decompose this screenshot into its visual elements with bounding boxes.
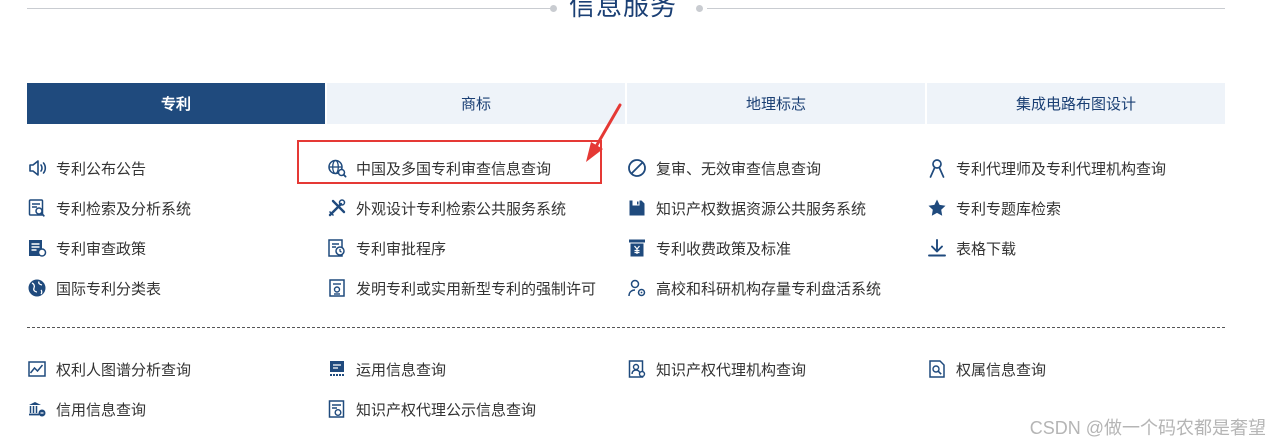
- link-label: 信用信息查询: [56, 401, 147, 419]
- link-ip-agency-query[interactable]: 知识产权代理机构查询: [627, 349, 927, 389]
- link-label: 知识产权代理公示信息查询: [356, 401, 537, 419]
- link-patent-topic-search[interactable]: 专利专题库检索: [927, 188, 1225, 228]
- link-label: 复审、无效审查信息查询: [656, 160, 822, 178]
- title-dot-left: [550, 5, 557, 12]
- link-patent-fee-policy[interactable]: 专利收费政策及标准: [627, 228, 927, 268]
- person-icon: [927, 158, 947, 178]
- link-university-patent-system[interactable]: 高校和科研机构存量专利盘活系统: [627, 268, 927, 308]
- tools-icon: [327, 198, 347, 218]
- link-label: 专利代理师及专利代理机构查询: [956, 160, 1167, 178]
- link-ip-data-resources[interactable]: 知识产权数据资源公共服务系统: [627, 188, 927, 228]
- section-title: 信息服务: [569, 0, 678, 21]
- link-credit-info[interactable]: 信用信息查询: [27, 389, 327, 429]
- graph-icon: [27, 359, 47, 379]
- section-header: 信息服务: [27, 0, 1225, 22]
- notice-icon: [327, 399, 347, 419]
- link-patent-search-system[interactable]: 专利检索及分析系统: [27, 188, 327, 228]
- link-design-patent-search[interactable]: 外观设计专利检索公共服务系统: [327, 188, 627, 228]
- link-patent-gazette[interactable]: 专利公布公告: [27, 148, 327, 188]
- star-icon: [927, 198, 947, 218]
- link-label: 专利检索及分析系统: [56, 200, 192, 218]
- license-icon: [327, 278, 347, 298]
- globe-search-icon: [327, 158, 347, 178]
- link-label: 权利人图谱分析查询: [56, 361, 192, 379]
- link-label: 外观设计专利检索公共服务系统: [356, 200, 567, 218]
- title-rule-right: [707, 8, 1225, 9]
- link-label: 中国及多国专利审查信息查询: [356, 160, 552, 178]
- link-compulsory-license[interactable]: 发明专利或实用新型专利的强制许可: [327, 268, 627, 308]
- save-icon: [627, 198, 647, 218]
- document-search-icon: [27, 198, 47, 218]
- link-patent-approval-procedure[interactable]: 专利审批程序: [327, 228, 627, 268]
- speaker-icon: [27, 158, 47, 178]
- link-label: 发明专利或实用新型专利的强制许可: [356, 280, 597, 298]
- prohibit-icon: [627, 158, 647, 178]
- link-reexamination-query[interactable]: 复审、无效审查信息查询: [627, 148, 927, 188]
- watermark-text: CSDN @做一个码农都是奢望: [1029, 418, 1266, 438]
- earth-icon: [27, 278, 47, 298]
- link-international-patent-classification[interactable]: 国际专利分类表: [27, 268, 327, 308]
- link-label: 专利专题库检索: [956, 200, 1062, 218]
- link-label: 专利审批程序: [356, 240, 447, 258]
- credit-icon: [27, 399, 47, 419]
- link-label: 专利公布公告: [56, 160, 147, 178]
- link-application-info[interactable]: 运用信息查询: [327, 349, 627, 389]
- link-label: 权属信息查询: [956, 361, 1047, 379]
- title-rule-left: [27, 8, 552, 9]
- user-gear-icon: [627, 278, 647, 298]
- fee-icon: [627, 238, 647, 258]
- link-patent-examination-query[interactable]: 中国及多国专利审查信息查询: [327, 148, 627, 188]
- tab-geographical-indication[interactable]: 地理标志: [627, 83, 925, 124]
- download-icon: [927, 238, 947, 258]
- process-icon: [327, 238, 347, 258]
- link-label: 高校和科研机构存量专利盘活系统: [656, 280, 882, 298]
- link-rights-holder-graph[interactable]: 权利人图谱分析查询: [27, 349, 327, 389]
- category-tabs: 专利 商标 地理标志 集成电路布图设计: [27, 83, 1225, 124]
- link-ownership-info[interactable]: 权属信息查询: [927, 349, 1225, 389]
- ownership-icon: [927, 359, 947, 379]
- agency-icon: [627, 359, 647, 379]
- link-label: 专利审查政策: [56, 240, 147, 258]
- application-icon: [327, 359, 347, 379]
- link-form-download[interactable]: 表格下载: [927, 228, 1225, 268]
- link-ip-agency-notice[interactable]: 知识产权代理公示信息查询: [327, 389, 627, 429]
- link-label: 运用信息查询: [356, 361, 447, 379]
- patent-service-list: 专利公布公告 中国及多国专利审查信息查询 复审、无效审查信息查询 专利代理师及专…: [27, 148, 1225, 308]
- title-dot-right: [696, 5, 703, 12]
- tab-trademark[interactable]: 商标: [327, 83, 625, 124]
- link-label: 知识产权数据资源公共服务系统: [656, 200, 867, 218]
- link-label: 表格下载: [956, 240, 1017, 258]
- link-label: 专利收费政策及标准: [656, 240, 792, 258]
- link-label: 知识产权代理机构查询: [656, 361, 807, 379]
- link-patent-agent-query[interactable]: 专利代理师及专利代理机构查询: [927, 148, 1225, 188]
- link-patent-examination-policy[interactable]: 专利审查政策: [27, 228, 327, 268]
- section-divider: [27, 327, 1225, 328]
- link-label: 国际专利分类表: [56, 280, 162, 298]
- policy-icon: [27, 238, 47, 258]
- tab-patent[interactable]: 专利: [27, 83, 325, 124]
- tab-ic-layout-design[interactable]: 集成电路布图设计: [927, 83, 1225, 124]
